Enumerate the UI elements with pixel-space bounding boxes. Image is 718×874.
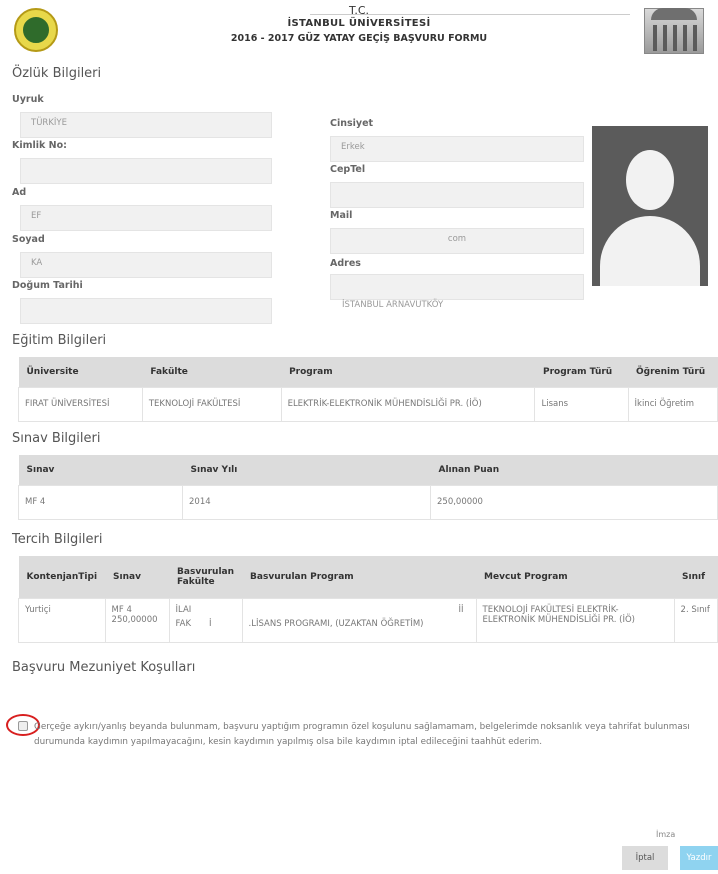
uyruk-label: Uyruk [12, 94, 44, 105]
ceptel-field[interactable] [330, 182, 584, 208]
col-sinif: Sınıf [674, 556, 718, 598]
cell-program-turu: Lisans [534, 386, 629, 422]
col-mevcut-program: Mevcut Program [476, 556, 675, 598]
ad-label: Ad [12, 187, 27, 198]
cell-kontenjan: Yurtiçi [18, 597, 106, 643]
program-line-2: .LİSANS PROGRAMI, (UZAKTAN ÖĞRETİM) [248, 618, 424, 629]
exam-header-row: Sınav Sınav Yılı Alınan Puan [18, 455, 718, 485]
col-alinan-puan: Alınan Puan [430, 455, 718, 485]
col-basvurulan-fakulte: Basvurulan Fakülte [169, 556, 243, 598]
ad-field[interactable]: EF [20, 205, 272, 231]
section-title-exam: Sınav Bilgileri [12, 431, 101, 446]
col-basvurulan-program: Basvurulan Program [242, 556, 477, 598]
cinsiyet-label: Cinsiyet [330, 118, 374, 129]
section-title-preference: Tercih Bilgileri [12, 532, 103, 547]
col-program-turu: Program Türü [534, 357, 629, 387]
section-title-conditions: Başvuru Mezuniyet Koşulları [12, 660, 196, 675]
adres-field[interactable] [330, 274, 584, 300]
cell-tercih-sinav: MF 4 250,00000 [104, 597, 170, 643]
adres-label: Adres [330, 258, 361, 269]
profile-photo-placeholder [592, 126, 708, 286]
form-title: 2016 - 2017 GÜZ YATAY GEÇİŞ BAŞVURU FORM… [230, 33, 488, 44]
education-header-row: Üniversite Fakülte Program Program Türü … [18, 357, 718, 387]
education-table: Üniversite Fakülte Program Program Türü … [18, 357, 718, 422]
cell-ogrenim-turu: İkinci Öğretim [627, 386, 718, 422]
col-fakulte: Fakülte [142, 357, 282, 387]
cell-mevcut-program: TEKNOLOJİ FAKÜLTESİ ELEKTRİK-ELEKTRONİK … [475, 597, 675, 643]
print-button[interactable]: Yazdır [680, 846, 718, 870]
uyruk-field[interactable]: TÜRKİYE [20, 112, 272, 138]
table-row: FIRAT ÜNİVERSİTESİ TEKNOLOJİ FAKÜLTESİ E… [18, 386, 718, 422]
fakulte-abbrev: FAK [175, 618, 192, 629]
soyad-label: Soyad [12, 234, 45, 245]
table-row: Yurtiçi MF 4 250,00000 İLAI FAK İ İİ .LİS… [18, 597, 718, 643]
cancel-button[interactable]: İptal [622, 846, 668, 870]
col-sinav: Sınav [18, 455, 183, 485]
col-kontenjan-tipi: KontenjanTipi [18, 556, 106, 598]
fakulte-suffix: İ [209, 618, 212, 629]
col-program: Program [281, 357, 535, 387]
cell-basvurulan-program: İİ .LİSANS PROGRAMI, (UZAKTAN ÖĞRETİM) [241, 597, 477, 643]
agreement-text: Gerçeğe aykırı/yanlış beyanda bulunmam, … [34, 722, 690, 747]
preference-table: KontenjanTipi Sınav Basvurulan Fakülte B… [18, 556, 718, 643]
section-title-education: Eğitim Bilgileri [12, 333, 107, 348]
cinsiyet-field[interactable]: Erkek [330, 136, 584, 162]
mail-label: Mail [330, 210, 353, 221]
dogum-tarihi-field[interactable] [20, 298, 272, 324]
fakulte-line-1: İLAI [175, 604, 192, 615]
cell-program: ELEKTRİK-ELEKTRONİK MÜHENDİSLİĞİ PR. (İÖ… [280, 386, 536, 422]
adres-value: İSTANBUL ARNAVUTKÖY [342, 300, 444, 310]
cell-sinav-yili: 2014 [182, 484, 431, 520]
imza-label: İmza [656, 830, 676, 839]
exam-table: Sınav Sınav Yılı Alınan Puan MF 4 2014 2… [18, 455, 718, 520]
ceptel-label: CepTel [330, 164, 366, 175]
col-sinav-yili: Sınav Yılı [182, 455, 431, 485]
cell-fakulte: TEKNOLOJİ FAKÜLTESİ [141, 386, 282, 422]
cell-sinav: MF 4 [18, 484, 183, 520]
header-tc: T.C. [348, 4, 370, 17]
col-ogrenim-turu: Öğrenim Türü [628, 357, 718, 387]
kimlik-field[interactable] [20, 158, 272, 184]
col-universite: Üniversite [18, 357, 143, 387]
soyad-field[interactable]: KA [20, 252, 272, 278]
fakulte-line-2: FAK İ [176, 619, 236, 629]
col-tercih-sinav: Sınav [105, 556, 170, 598]
kimlik-label: Kimlik No: [12, 140, 67, 151]
header-university: İSTANBUL ÜNİVERSİTESİ [287, 18, 431, 29]
cell-alinan-puan: 250,00000 [430, 484, 718, 520]
cell-basvurulan-fakulte: İLAI FAK İ [168, 597, 243, 643]
cell-sinif: 2. Sınıf [673, 597, 718, 643]
preference-header-row: KontenjanTipi Sınav Basvurulan Fakülte B… [18, 556, 718, 598]
cell-universite: FIRAT ÜNİVERSİTESİ [18, 386, 143, 422]
university-building-logo [644, 8, 704, 54]
program-line-1: İİ [458, 604, 464, 615]
dogum-tarihi-label: Doğum Tarihi [12, 280, 83, 291]
table-row: MF 4 2014 250,00000 [18, 484, 718, 520]
section-title-personal: Özlük Bilgileri [12, 66, 102, 81]
mail-field[interactable]: com [330, 228, 584, 254]
